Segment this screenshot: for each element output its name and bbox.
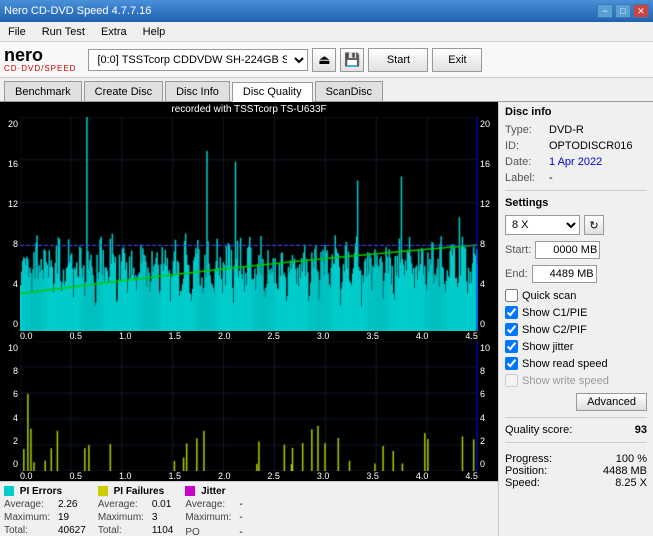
y-axis-left-top: 20 16 12 8 4 0: [0, 117, 20, 331]
pi-errors-legend: [4, 486, 14, 496]
divider-3: [505, 442, 647, 443]
bottom-chart-canvas-area: [20, 341, 478, 471]
disc-id-row: ID: OPTODISCR016: [505, 140, 647, 152]
eject-icon-btn[interactable]: ⏏: [312, 48, 336, 72]
speed-setting-row: 8 X ↻: [505, 215, 647, 235]
divider-2: [505, 417, 647, 418]
position-row: Position: 4488 MB: [505, 465, 647, 477]
y-axis-right-bottom: 10 8 6 4 2 0: [478, 341, 498, 471]
menu-file[interactable]: File: [4, 24, 30, 40]
show-c1pie-checkbox[interactable]: [505, 306, 518, 319]
y-axis-left-bottom: 10 8 6 4 2 0: [0, 341, 20, 471]
progress-section: Progress: 100 % Position: 4488 MB Speed:…: [505, 453, 647, 489]
menubar: File Run Test Extra Help: [0, 22, 653, 42]
quality-score-row: Quality score: 93: [505, 424, 647, 436]
quick-scan-checkbox[interactable]: [505, 289, 518, 302]
tab-benchmark[interactable]: Benchmark: [4, 81, 82, 101]
menu-extra[interactable]: Extra: [97, 24, 131, 40]
speed-selector[interactable]: 8 X: [505, 215, 580, 235]
app-title: Nero CD-DVD Speed 4.7.7.16: [4, 5, 151, 17]
close-btn[interactable]: ✕: [633, 4, 649, 18]
refresh-speed-btn[interactable]: ↻: [584, 215, 604, 235]
right-panel: Disc info Type: DVD-R ID: OPTODISCR016 D…: [498, 102, 653, 536]
minimize-btn[interactable]: −: [597, 4, 613, 18]
y-axis-right-top: 20 16 12 8 4 0: [478, 117, 498, 331]
x-axis-bottom: 0.0 0.5 1.0 1.5 2.0 2.5 3.0 3.5 4.0 4.5: [0, 471, 498, 481]
tab-disc-quality[interactable]: Disc Quality: [232, 82, 313, 102]
show-write-speed-row: Show write speed: [505, 374, 647, 387]
tab-create-disc[interactable]: Create Disc: [84, 81, 163, 101]
x-axis-top: 0.0 0.5 1.0 1.5 2.0 2.5 3.0 3.5 4.0 4.5: [0, 331, 498, 341]
divider-1: [505, 190, 647, 191]
pi-failures-legend: [98, 486, 108, 496]
nero-subtitle: CD·DVD/SPEED: [4, 64, 76, 73]
titlebar: Nero CD-DVD Speed 4.7.7.16 − □ ✕: [0, 0, 653, 22]
disc-label-row: Label: -: [505, 172, 647, 184]
start-button[interactable]: Start: [368, 48, 428, 72]
disc-type-row: Type: DVD-R: [505, 124, 647, 136]
start-mb-row: Start:: [505, 241, 647, 259]
chart-title: recorded with TSSTcorp TS-U633F: [0, 102, 498, 117]
end-mb-input[interactable]: [532, 265, 597, 283]
tab-disc-info[interactable]: Disc Info: [165, 81, 230, 101]
show-jitter-row: Show jitter: [505, 340, 647, 353]
exit-button[interactable]: Exit: [432, 48, 482, 72]
tab-scan-disc[interactable]: ScanDisc: [315, 81, 383, 101]
show-c2pif-checkbox[interactable]: [505, 323, 518, 336]
top-chart-canvas-area: [20, 117, 478, 331]
disc-date-row: Date: 1 Apr 2022: [505, 156, 647, 168]
top-chart: [20, 117, 478, 331]
toolbar: nero CD·DVD/SPEED [0:0] TSSTcorp CDDVDW …: [0, 42, 653, 78]
maximize-btn[interactable]: □: [615, 4, 631, 18]
speed-row: Speed: 8.25 X: [505, 477, 647, 489]
nero-logo-text: nero: [4, 46, 76, 64]
jitter-legend: [185, 486, 195, 496]
quick-scan-row: Quick scan: [505, 289, 647, 302]
show-jitter-checkbox[interactable]: [505, 340, 518, 353]
titlebar-controls[interactable]: − □ ✕: [597, 4, 649, 18]
progress-row: Progress: 100 %: [505, 453, 647, 465]
main-content: recorded with TSSTcorp TS-U633F 20 16 12…: [0, 102, 653, 536]
tabs: Benchmark Create Disc Disc Info Disc Qua…: [0, 78, 653, 102]
pi-errors-stats: PI Errors Average: 2.26 Maximum: 19 Tota…: [4, 486, 86, 532]
show-read-speed-row: Show read speed: [505, 357, 647, 370]
titlebar-title: Nero CD-DVD Speed 4.7.7.16: [4, 5, 151, 17]
drive-selector[interactable]: [0:0] TSSTcorp CDDVDW SH-224GB SB00: [88, 49, 308, 71]
disc-info-title: Disc info: [505, 106, 647, 118]
bottom-chart: [20, 341, 478, 471]
menu-help[interactable]: Help: [139, 24, 170, 40]
save-icon-btn[interactable]: 💾: [340, 48, 364, 72]
settings-title: Settings: [505, 197, 647, 209]
stats-row: PI Errors Average: 2.26 Maximum: 19 Tota…: [0, 481, 498, 536]
end-mb-row: End:: [505, 265, 647, 283]
pi-failures-stats: PI Failures Average: 0.01 Maximum: 3 Tot…: [98, 486, 174, 532]
show-write-speed-checkbox: [505, 374, 518, 387]
nero-logo: nero CD·DVD/SPEED: [4, 46, 76, 73]
menu-run-test[interactable]: Run Test: [38, 24, 89, 40]
show-read-speed-checkbox[interactable]: [505, 357, 518, 370]
start-mb-input[interactable]: [535, 241, 600, 259]
show-c1pie-row: Show C1/PIE: [505, 306, 647, 319]
advanced-button[interactable]: Advanced: [576, 393, 647, 411]
jitter-stats: Jitter Average: - Maximum: - PO failures…: [185, 486, 242, 532]
show-c2pif-row: Show C2/PIF: [505, 323, 647, 336]
